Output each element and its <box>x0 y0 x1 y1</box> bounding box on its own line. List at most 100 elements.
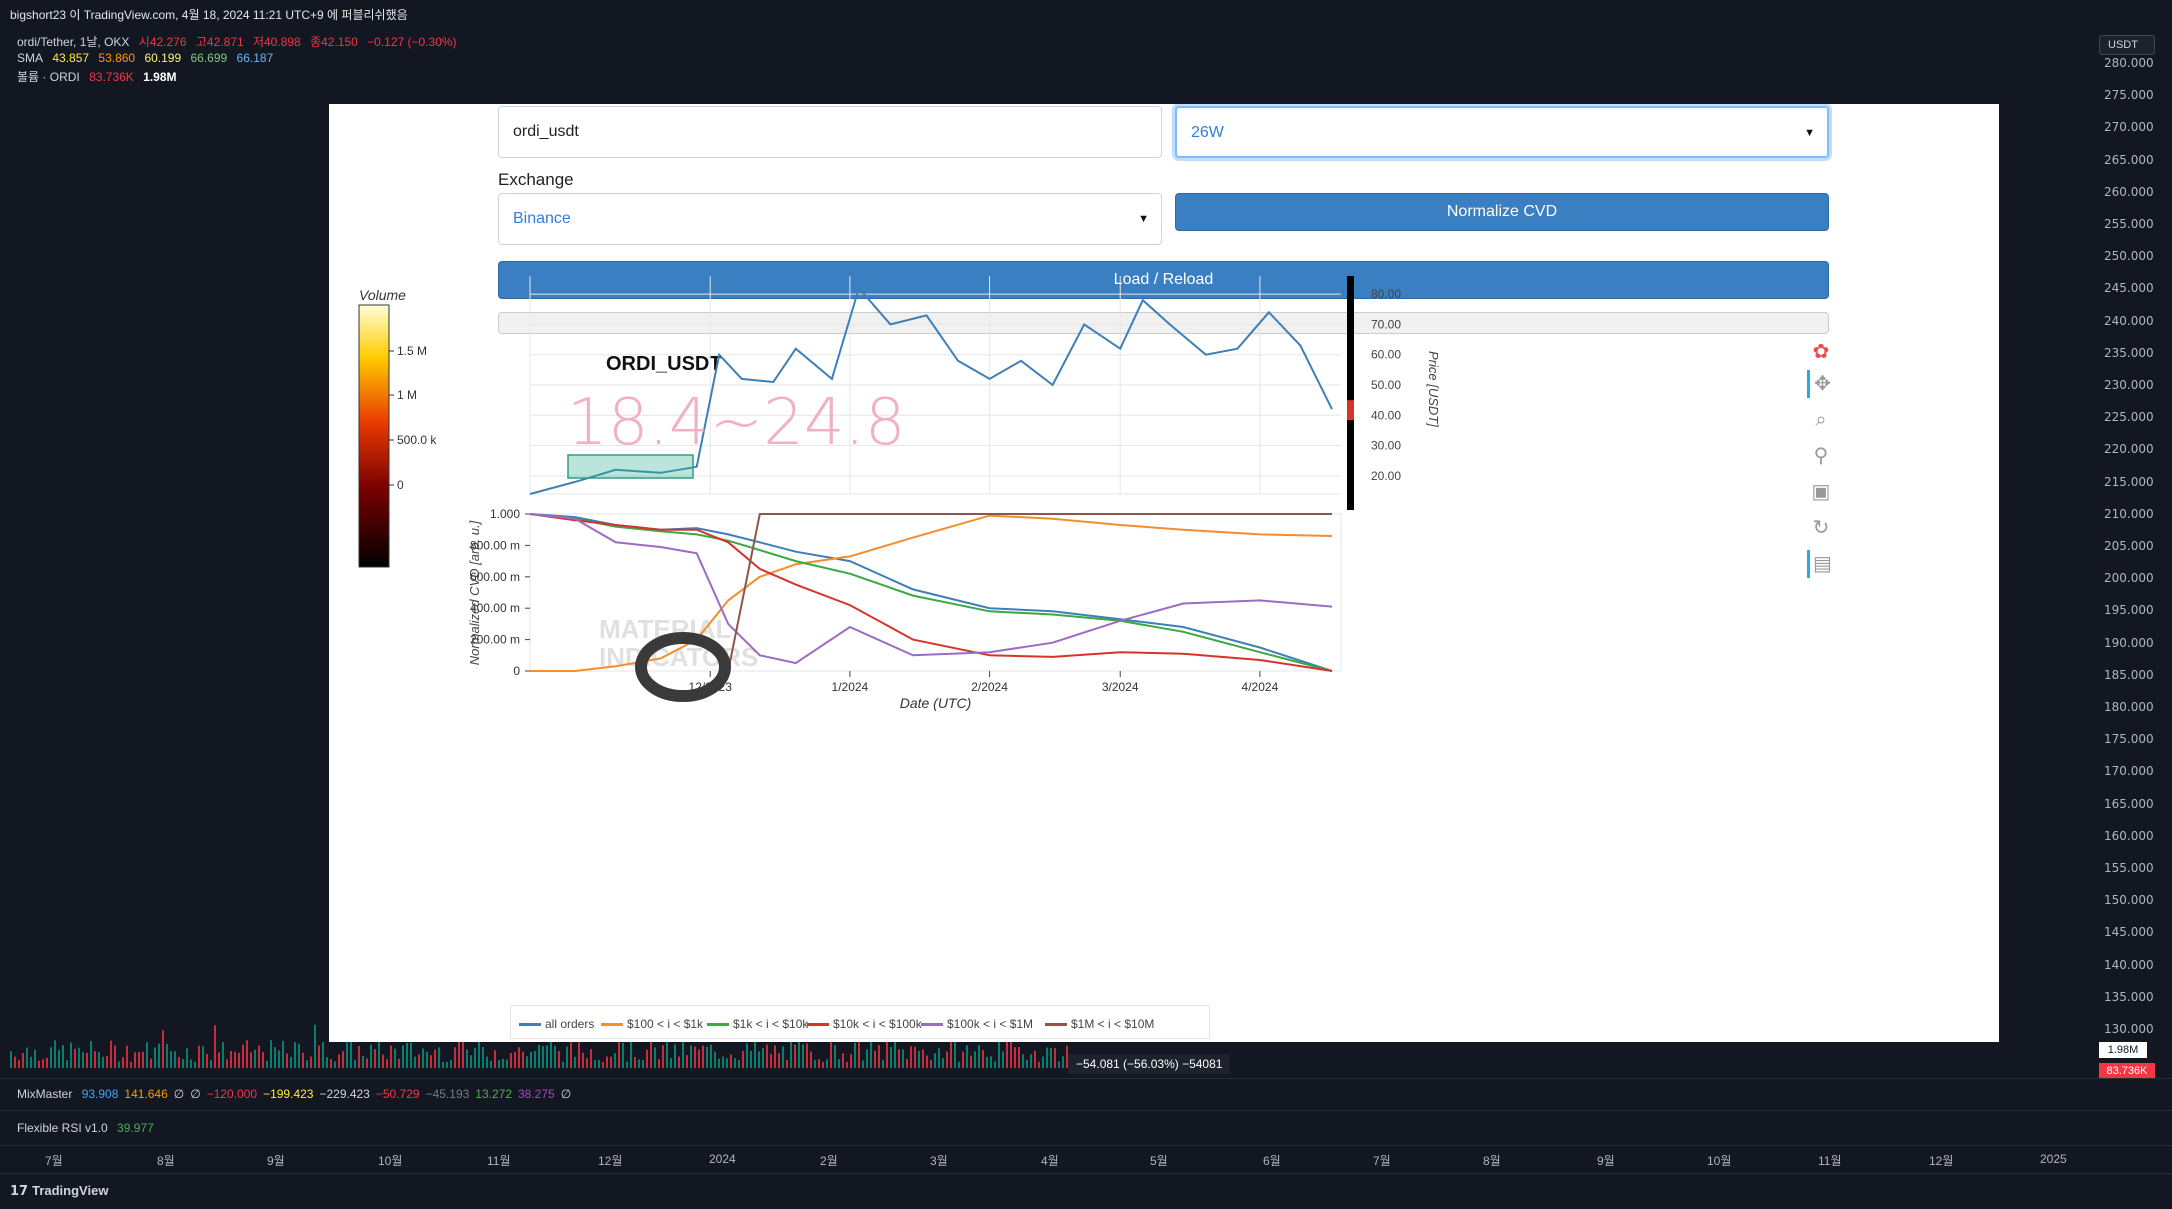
volume-bar <box>826 1059 828 1068</box>
volume-bar <box>130 1061 132 1068</box>
volume-bar <box>854 1042 856 1068</box>
x-tick-label: 4/2024 <box>1242 680 1279 694</box>
colorbar-tick-label: 500.0 k <box>397 433 437 447</box>
volume-bar <box>834 1045 836 1068</box>
rsi-legend[interactable]: Flexible RSI v1.0 39.977 <box>17 1121 160 1135</box>
legend-swatch <box>921 1023 943 1027</box>
legend-item[interactable]: $100k < i < $1M <box>921 1017 1033 1031</box>
volume-bar <box>386 1059 388 1068</box>
price-axis-label: 220.000 <box>2104 442 2154 457</box>
volume-bar <box>350 1041 352 1068</box>
volume-bar <box>910 1046 912 1068</box>
volume-bar <box>858 1040 860 1068</box>
price-axis-label: 145.000 <box>2104 925 2154 940</box>
volume-bar <box>494 1050 496 1068</box>
footer-divider <box>0 1173 2172 1174</box>
legend-swatch <box>601 1023 623 1027</box>
legend-item[interactable]: $1M < i < $10M <box>1045 1017 1154 1031</box>
price-axis[interactable]: 280.000 275.000 270.000 265.000 260.000 255.0… <box>2090 30 2172 1150</box>
price-axis-label: 215.000 <box>2104 474 2154 489</box>
volume-bar <box>178 1056 180 1068</box>
pane-divider[interactable] <box>0 1110 2172 1111</box>
cvd-chart-canvas[interactable]: 80.00 70.00 60.00 50.00 40.00 30.00 20.00 Price… <box>329 104 1999 1042</box>
volume-bar <box>154 1047 156 1068</box>
price-axis-label: 130.000 <box>2104 1022 2154 1036</box>
volume-bar <box>878 1045 880 1068</box>
time-axis-label: 10월 <box>1707 1154 1732 1168</box>
volume-bar <box>118 1061 120 1068</box>
volume-bar <box>882 1059 884 1068</box>
mixmaster-value: ∅ <box>560 1087 572 1101</box>
volume-bar <box>370 1044 372 1068</box>
price-axis-label: 200.000 <box>2104 571 2154 586</box>
price-axis-label: 155.000 <box>2104 861 2154 875</box>
volume-bar <box>294 1042 296 1068</box>
volume-row[interactable]: 볼륨 · ORDI 83.736K 1.98M <box>17 68 183 85</box>
volume-bar <box>798 1041 800 1068</box>
volume-bar <box>22 1052 24 1068</box>
symbol-line[interactable]: ordi/Tether, 1날, OKX <box>17 35 129 49</box>
legend-item[interactable]: $1k < i < $10k <box>707 1017 808 1031</box>
volume-bar <box>426 1051 428 1068</box>
time-axis-label: 5월 <box>1150 1154 1168 1168</box>
volume-bar <box>518 1047 520 1068</box>
volume-bar <box>774 1045 776 1068</box>
volume-bar <box>554 1046 556 1068</box>
legend-swatch <box>807 1023 829 1027</box>
volume-bar <box>318 1045 320 1068</box>
volume-bar <box>790 1040 792 1068</box>
volume-bar <box>342 1051 344 1068</box>
box-zoom-icon[interactable]: ⌕ <box>1807 406 1835 434</box>
wheel-zoom-icon[interactable]: ⚲ <box>1807 442 1835 470</box>
volume-bar <box>298 1043 300 1068</box>
time-axis-label: 11월 <box>487 1154 511 1168</box>
volume-bar <box>634 1057 636 1068</box>
pane-divider[interactable] <box>0 1078 2172 1079</box>
time-axis-label: 12월 <box>598 1154 623 1168</box>
mixmaster-name: MixMaster <box>17 1087 73 1101</box>
hover-icon[interactable]: ▤ <box>1807 550 1835 578</box>
volume-bar <box>94 1051 96 1068</box>
handwritten-annotation: 18.4~24.8 <box>567 386 906 460</box>
volume-bar <box>402 1045 404 1068</box>
price-axis-label: 175.000 <box>2104 732 2154 747</box>
reset-icon[interactable]: ↻ <box>1807 514 1835 542</box>
volume-bar <box>122 1057 124 1068</box>
volume-bar <box>486 1056 488 1068</box>
volume-bar <box>454 1047 456 1068</box>
volume-bar <box>338 1054 340 1068</box>
low-value: 저40.898 <box>252 35 301 49</box>
volume-bar <box>1002 1051 1004 1068</box>
tradingview-logo[interactable]: 17 TradingView <box>10 1183 108 1199</box>
price-axis-label: 270.000 <box>2104 120 2154 135</box>
price-axis-label: 255.000 <box>2104 217 2154 231</box>
volume-bar <box>326 1057 328 1068</box>
cvd-legend[interactable]: all orders $100 < i < $1k $1k < i < $10k $1… <box>510 1005 1210 1039</box>
volume-bar <box>1026 1059 1028 1068</box>
time-axis-label: 7월 <box>1373 1154 1391 1168</box>
save-icon[interactable]: ▣ <box>1807 478 1835 506</box>
legend-item[interactable]: $100 < i < $1k <box>601 1017 703 1031</box>
bokeh-logo-icon[interactable]: ✿ <box>1807 338 1835 366</box>
volume-bar <box>886 1041 888 1068</box>
legend-item[interactable]: $10k < i < $100k <box>807 1017 922 1031</box>
volume-bar <box>706 1046 708 1068</box>
mixmaster-legend[interactable]: MixMaster 93.908 141.646 ∅ ∅ −120.000 −199.42… <box>17 1087 577 1101</box>
volume-bar <box>226 1059 228 1068</box>
pan-icon[interactable]: ✥ <box>1807 370 1835 398</box>
volume-bar <box>1038 1061 1040 1068</box>
sma-value-1: 43.857 <box>52 51 90 65</box>
time-axis-label: 9월 <box>267 1154 285 1168</box>
pane-divider[interactable] <box>0 1145 2172 1146</box>
sma-value-3: 60.199 <box>144 51 182 65</box>
volume-bar <box>966 1045 968 1068</box>
price-axis-label: 265.000 <box>2104 152 2154 167</box>
volume-bar <box>354 1060 356 1068</box>
legend-item[interactable]: all orders <box>519 1017 594 1031</box>
volume-bar <box>762 1047 764 1068</box>
volume-bar <box>674 1044 676 1068</box>
volume-bar <box>462 1040 464 1068</box>
volume-bar <box>86 1052 88 1068</box>
sma-row[interactable]: SMA 43.857 53.860 60.199 66.699 66.187 <box>17 51 279 65</box>
volume-bar <box>246 1040 248 1068</box>
